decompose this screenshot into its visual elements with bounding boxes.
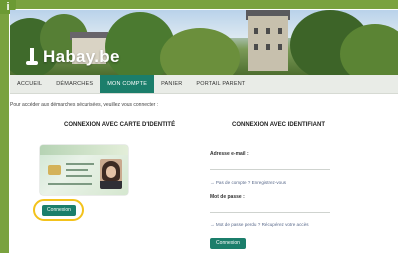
- id-card-header-stripe: [40, 145, 128, 155]
- id-card-text-line: [66, 169, 88, 171]
- email-label: Adresse e-mail :: [210, 151, 249, 157]
- login-connexion-button[interactable]: Connexion: [210, 238, 246, 249]
- nav-item-demarches[interactable]: DÉMARCHES: [49, 75, 100, 93]
- forgot-password-link[interactable]: → Mot de passe perdu ? Récupérez votre a…: [210, 222, 309, 227]
- login-section-title: CONNEXION AVEC IDENTIFIANT: [232, 122, 326, 128]
- site-logo[interactable]: Habay.be: [26, 47, 120, 67]
- main-nav: ACCUEIL DÉMARCHES MON COMPTE PANIER PORT…: [10, 75, 398, 94]
- nav-item-portail-parent[interactable]: PORTAIL PARENT: [189, 75, 252, 93]
- id-card-image: [40, 145, 128, 195]
- id-card-text-line: [66, 175, 92, 177]
- password-label: Mot de passe :: [210, 194, 245, 200]
- castle-window: [266, 44, 270, 50]
- nav-item-mon-compte[interactable]: MON COMPTE: [100, 75, 155, 93]
- email-field[interactable]: [210, 161, 330, 170]
- id-card-text-line: [66, 163, 94, 165]
- nav-item-accueil[interactable]: ACCUEIL: [10, 75, 49, 93]
- castle-window: [266, 28, 270, 34]
- button-highlight-circle: [33, 199, 84, 221]
- logo-icon: [26, 48, 38, 66]
- eid-section-title: CONNEXION AVEC CARTE D'IDENTITÉ: [64, 122, 176, 128]
- id-card-chip: [48, 165, 61, 175]
- castle-window: [254, 44, 258, 50]
- castle-window: [254, 28, 258, 34]
- header-banner: Habay.be: [10, 10, 398, 75]
- register-link[interactable]: → Pas de compte ? Enregistrez-vous: [210, 180, 286, 185]
- banner-castle: [248, 16, 288, 71]
- castle-window: [278, 28, 282, 34]
- intro-text: Pour accéder aux démarches sécurisées, v…: [10, 102, 159, 108]
- id-card-photo: [100, 159, 122, 189]
- frame-left-border: [0, 0, 9, 253]
- password-field[interactable]: [210, 204, 330, 213]
- logo-text: Habay.be: [43, 47, 120, 66]
- screenshot-frame: i Habay.be ACCUEIL DÉMARCHES MON COMPTE …: [0, 0, 398, 253]
- frame-top-border: [0, 0, 398, 9]
- nav-item-panier[interactable]: PANIER: [154, 75, 189, 93]
- castle-window: [278, 44, 282, 50]
- id-card-text-line: [48, 183, 92, 185]
